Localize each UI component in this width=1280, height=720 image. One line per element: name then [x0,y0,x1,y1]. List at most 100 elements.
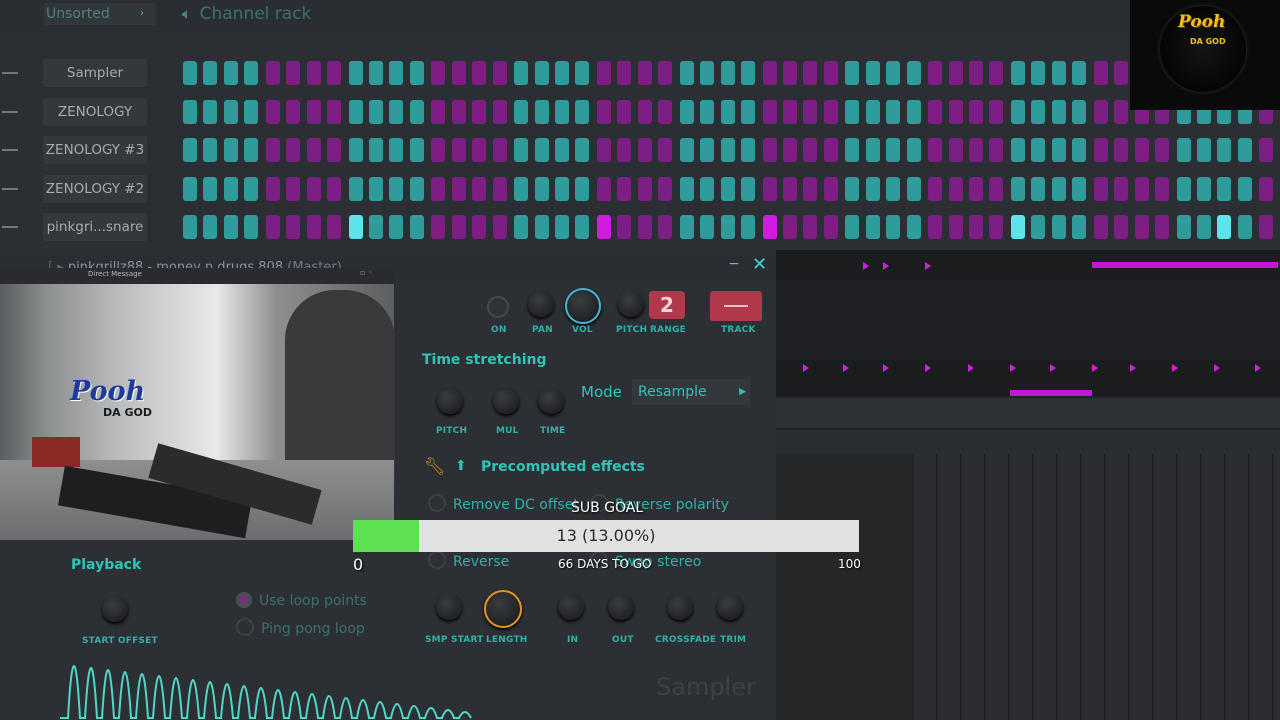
step-button[interactable] [223,176,238,201]
step-button[interactable] [700,138,715,162]
step-button[interactable] [783,176,797,201]
step-button[interactable] [265,176,280,201]
step-button[interactable] [555,215,569,239]
pan-knob[interactable] [528,291,554,317]
step-button[interactable] [183,215,197,239]
reverse-checkbox[interactable]: Reverse [428,551,509,570]
step-button[interactable] [658,138,673,162]
step-button[interactable] [1217,138,1232,162]
step-button[interactable] [244,99,259,124]
step-button[interactable] [223,61,238,85]
channel-name-button[interactable]: pinkgri...snare [43,213,147,241]
step-button[interactable] [555,61,569,85]
step-button[interactable] [823,176,838,201]
step-button[interactable] [348,176,363,201]
step-button[interactable] [575,61,590,85]
step-button[interactable] [409,215,424,239]
mixer-track-selector[interactable] [710,291,762,321]
step-button[interactable] [928,176,943,201]
step-button[interactable] [845,215,860,239]
step-button[interactable] [223,138,238,162]
step-button[interactable] [637,176,652,201]
channel-name-button[interactable]: ZENOLOGY #2 [43,174,147,203]
step-button[interactable] [762,215,777,239]
step-button[interactable] [534,61,549,85]
step-button[interactable] [637,99,652,124]
step-button[interactable] [823,215,838,239]
step-button[interactable] [989,61,1004,85]
step-button[interactable] [1259,215,1274,239]
step-button[interactable] [948,99,963,124]
step-button[interactable] [286,138,301,162]
mode-select[interactable]: Resample ▶ [632,379,750,405]
step-button[interactable] [823,138,838,162]
step-button[interactable] [451,215,466,239]
channel-name-button[interactable]: ZENOLOGY #3 [43,136,147,164]
step-button[interactable] [720,138,735,162]
step-button[interactable] [597,215,611,239]
step-button[interactable] [906,99,921,124]
channel-name-button[interactable]: ZENOLOGY [43,97,147,126]
mute-toggle[interactable] [2,110,18,116]
step-button[interactable] [431,138,446,162]
in-knob[interactable] [558,594,584,620]
mute-toggle[interactable] [2,149,18,154]
step-button[interactable] [369,61,383,85]
pitch-range-display[interactable]: 2 [649,291,685,319]
step-button[interactable] [1114,176,1129,201]
step-button[interactable] [886,138,901,162]
step-button[interactable] [658,176,673,201]
step-button[interactable] [617,138,632,162]
step-button[interactable] [803,176,818,201]
step-button[interactable] [1259,138,1274,162]
step-button[interactable] [409,176,424,201]
step-button[interactable] [906,176,921,201]
ts-time-knob[interactable] [538,388,564,414]
step-button[interactable] [286,176,301,201]
step-button[interactable] [327,215,341,239]
step-button[interactable] [348,61,363,85]
mute-toggle[interactable] [2,72,18,77]
pin-icon[interactable]: ⬆ [455,458,467,474]
step-button[interactable] [1011,61,1025,85]
step-button[interactable] [369,215,383,239]
step-button[interactable] [720,215,735,239]
step-button[interactable] [597,99,611,124]
step-button[interactable] [244,176,259,201]
ts-mul-knob[interactable] [493,388,519,414]
step-button[interactable] [803,138,818,162]
use-loop-points-checkbox[interactable]: Use loop points [236,592,367,609]
volume-knob[interactable] [565,288,601,324]
step-button[interactable] [928,99,943,124]
step-button[interactable] [223,99,238,124]
step-button[interactable] [803,215,818,239]
step-button[interactable] [1134,176,1149,201]
step-button[interactable] [1197,215,1211,239]
step-button[interactable] [472,99,487,124]
step-button[interactable] [1176,138,1191,162]
step-button[interactable] [658,99,673,124]
step-button[interactable] [472,61,487,85]
step-button[interactable] [1031,61,1046,85]
browser-folder-selector[interactable]: Unsorted › [44,3,156,25]
step-button[interactable] [431,176,446,201]
step-button[interactable] [492,99,507,124]
step-button[interactable] [369,138,383,162]
step-button[interactable] [1237,215,1252,239]
step-button[interactable] [886,215,901,239]
step-button[interactable] [906,215,921,239]
minimize-button[interactable]: − [728,256,740,272]
step-button[interactable] [783,61,797,85]
step-button[interactable] [679,176,694,201]
step-button[interactable] [534,176,549,201]
step-button[interactable] [700,61,715,85]
step-button[interactable] [617,176,632,201]
step-button[interactable] [1031,215,1046,239]
step-button[interactable] [617,61,632,85]
step-button[interactable] [1197,138,1211,162]
step-button[interactable] [348,99,363,124]
step-button[interactable] [1134,215,1149,239]
step-button[interactable] [1072,176,1087,201]
step-button[interactable] [1259,176,1274,201]
step-button[interactable] [658,61,673,85]
